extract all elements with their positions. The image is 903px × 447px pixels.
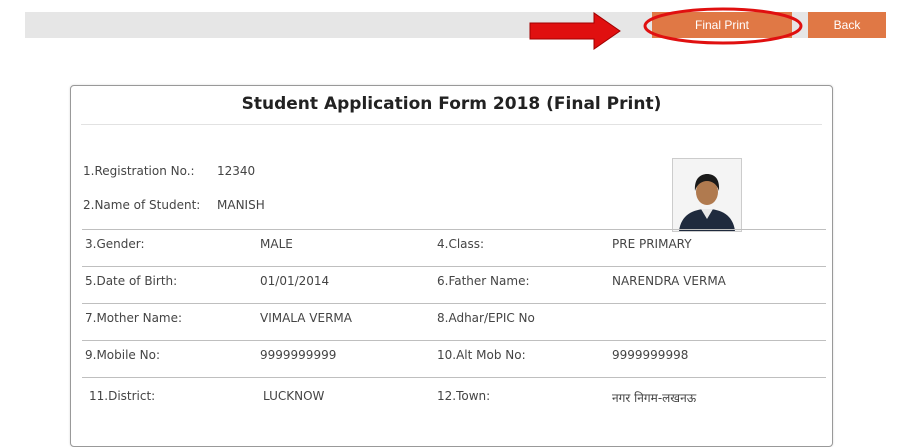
row-divider bbox=[82, 266, 826, 267]
alt-mobile-label: 10.Alt Mob No: bbox=[437, 348, 526, 362]
mobile-value: 9999999999 bbox=[260, 348, 337, 362]
back-button[interactable]: Back bbox=[808, 12, 886, 38]
class-value: PRE PRIMARY bbox=[612, 237, 692, 251]
student-name-value: MANISH bbox=[217, 198, 265, 212]
row-divider bbox=[82, 377, 826, 378]
gender-value: MALE bbox=[260, 237, 293, 251]
mother-name-value: VIMALA VERMA bbox=[260, 311, 352, 325]
adhar-label: 8.Adhar/EPIC No bbox=[437, 311, 535, 325]
father-name-label: 6.Father Name: bbox=[437, 274, 530, 288]
registration-value: 12340 bbox=[217, 164, 256, 178]
father-name-value: NARENDRA VERMA bbox=[612, 274, 726, 288]
district-label: 11.District: bbox=[89, 389, 156, 403]
dob-label: 5.Date of Birth: bbox=[85, 274, 178, 288]
form-title: Student Application Form 2018 (Final Pri… bbox=[241, 94, 662, 114]
red-arrow-icon bbox=[529, 12, 621, 50]
mobile-label: 9.Mobile No: bbox=[85, 348, 160, 362]
student-name-label: 2.Name of Student: bbox=[83, 198, 201, 212]
class-label: 4.Class: bbox=[437, 237, 485, 251]
alt-mobile-value: 9999999998 bbox=[612, 348, 689, 362]
application-form: Student Application Form 2018 (Final Pri… bbox=[70, 85, 833, 447]
gender-label: 3.Gender: bbox=[85, 237, 145, 251]
dob-value: 01/01/2014 bbox=[260, 274, 330, 288]
town-label: 12.Town: bbox=[437, 389, 491, 403]
title-divider bbox=[81, 124, 822, 125]
final-print-button[interactable]: Final Print bbox=[652, 12, 792, 38]
registration-label: 1.Registration No.: bbox=[83, 164, 195, 178]
row-divider bbox=[82, 340, 826, 341]
town-value: नगर निगम-लखनऊ bbox=[612, 391, 697, 405]
row-divider bbox=[82, 303, 826, 304]
row-divider bbox=[82, 229, 826, 230]
student-photo bbox=[672, 158, 742, 232]
district-value: LUCKNOW bbox=[263, 389, 325, 403]
mother-name-label: 7.Mother Name: bbox=[85, 311, 183, 325]
